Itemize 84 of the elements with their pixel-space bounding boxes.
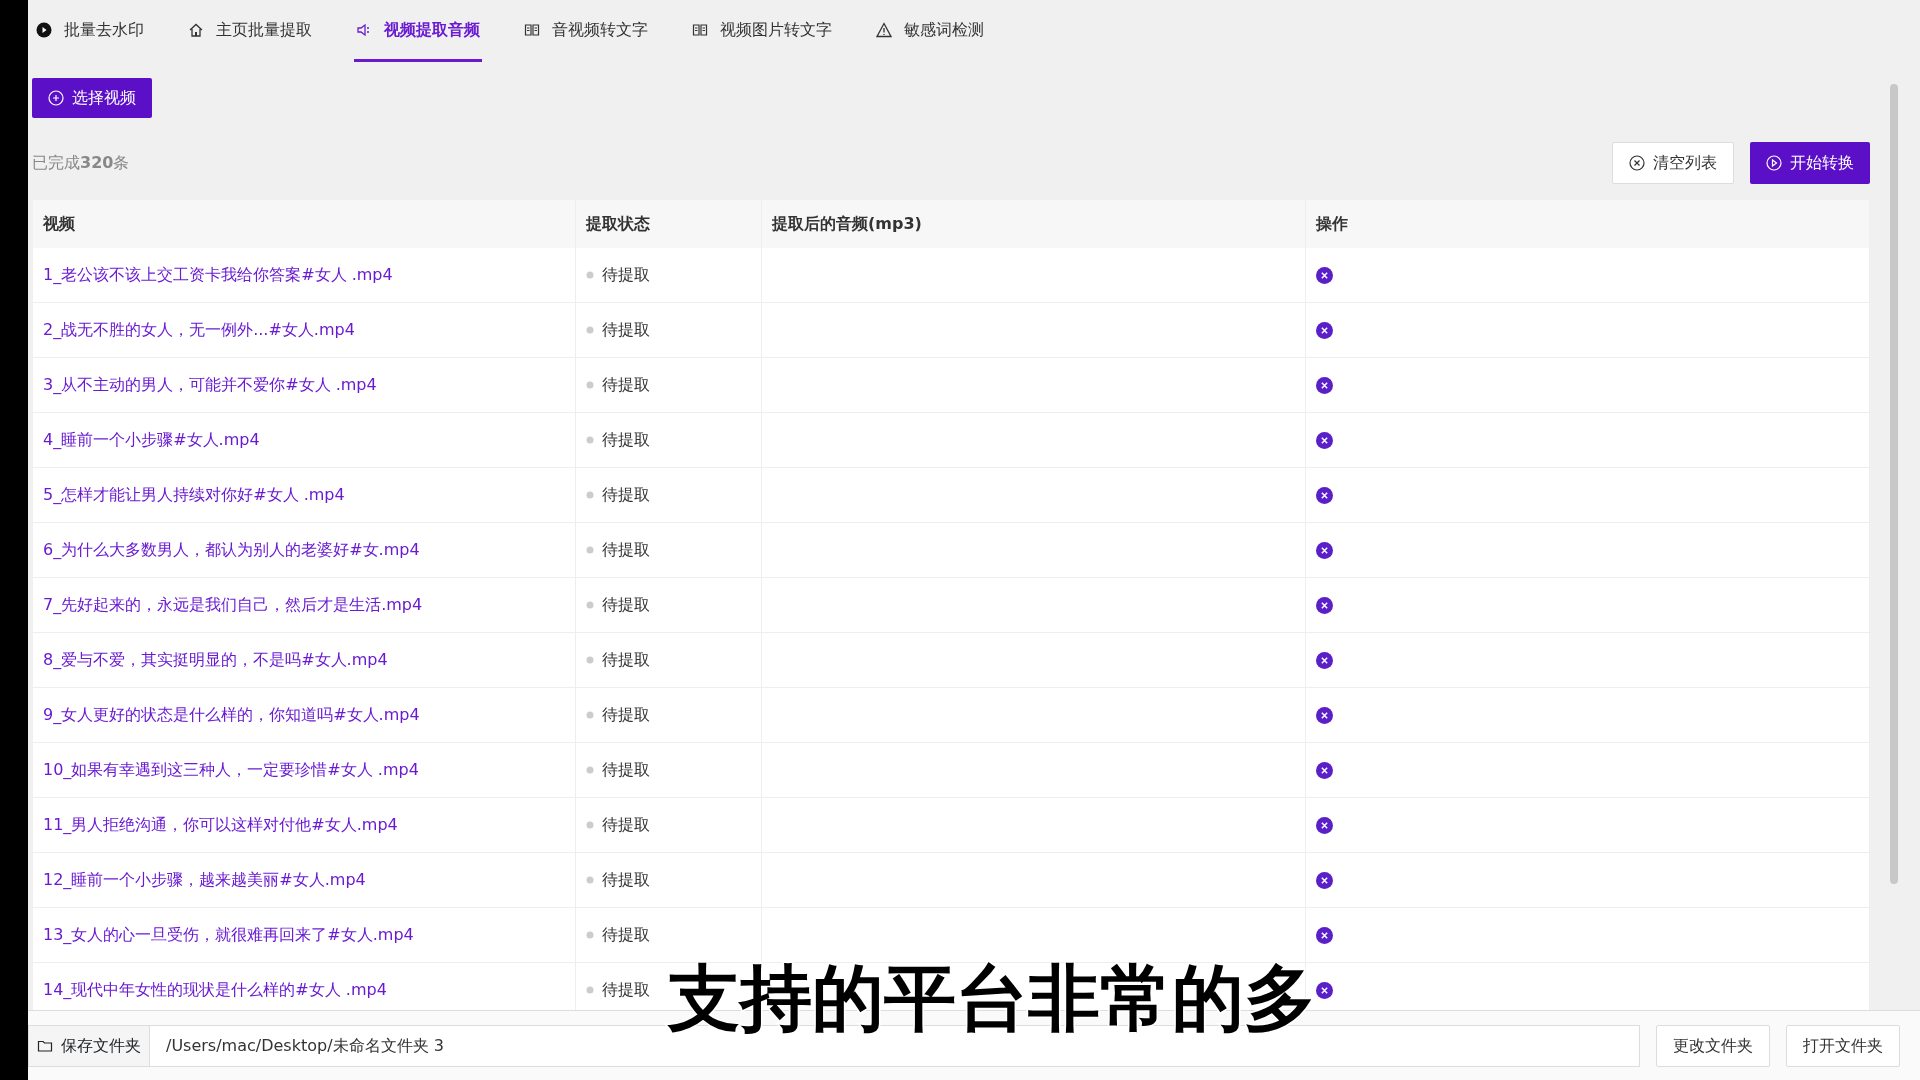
nav-tab[interactable]: 视频提取音频 xyxy=(354,0,482,62)
status-dot-icon xyxy=(586,381,594,389)
plus-circle-icon xyxy=(48,90,64,106)
column-header: 视频 xyxy=(33,200,576,248)
remove-icon[interactable] xyxy=(1316,651,1333,669)
remove-icon[interactable] xyxy=(1316,266,1333,284)
close-circle-icon xyxy=(1629,155,1645,171)
remove-icon[interactable] xyxy=(1316,431,1333,449)
video-filename: 9_女人更好的状态是什么样的，你知道吗#女人.mp4 xyxy=(43,704,420,726)
remove-icon[interactable] xyxy=(1316,816,1333,834)
status-text: 待提取 xyxy=(602,924,650,946)
select-video-button[interactable]: 选择视频 xyxy=(32,78,152,118)
folder-path: /Users/mac/Desktop/未命名文件夹 3 xyxy=(165,1034,445,1057)
status-text: 待提取 xyxy=(602,704,650,726)
remove-icon[interactable] xyxy=(1316,321,1333,339)
status-text: 待提取 xyxy=(602,814,650,836)
status-text: 待提取 xyxy=(602,264,650,286)
video-filename: 4_睡前一个小步骤#女人.mp4 xyxy=(43,429,260,451)
remove-icon[interactable] xyxy=(1316,871,1333,889)
video-filename: 11_男人拒绝沟通，你可以这样对付他#女人.mp4 xyxy=(43,814,398,836)
column-header: 操作 xyxy=(1306,200,1870,248)
play-icon xyxy=(36,21,52,38)
remove-icon[interactable] xyxy=(1316,981,1333,999)
video-filename: 6_为什么大多数男人，都认为别人的老婆好#女.mp4 xyxy=(43,539,420,561)
save-folder-label: 保存文件夹 xyxy=(29,1025,150,1066)
book-icon xyxy=(692,21,708,38)
nav-tab[interactable]: 视频图片转文字 xyxy=(690,0,834,62)
status-text: 待提取 xyxy=(602,759,650,781)
status-text: 待提取 xyxy=(602,374,650,396)
play-circle-icon xyxy=(1766,155,1782,171)
scrollbar[interactable] xyxy=(1890,84,1898,884)
home-icon xyxy=(188,21,204,38)
status-text: 待提取 xyxy=(602,429,650,451)
status-dot-icon xyxy=(586,931,594,939)
completed-count: 已完成320条 xyxy=(32,152,130,174)
remove-icon[interactable] xyxy=(1316,761,1333,779)
column-header: 提取后的音频(mp3) xyxy=(762,200,1306,248)
video-filename: 3_从不主动的男人，可能并不爱你#女人 .mp4 xyxy=(43,374,377,396)
nav-tab[interactable]: 敏感词检测 xyxy=(874,0,986,62)
status-text: 待提取 xyxy=(602,649,650,671)
nav-tab[interactable]: 批量去水印 xyxy=(34,0,146,62)
video-filename: 12_睡前一个小步骤，越来越美丽#女人.mp4 xyxy=(43,869,366,891)
status-dot-icon xyxy=(586,711,594,719)
remove-icon[interactable] xyxy=(1316,926,1333,944)
book-icon xyxy=(524,21,540,38)
remove-icon[interactable] xyxy=(1316,486,1333,504)
status-dot-icon xyxy=(586,876,594,884)
remove-icon[interactable] xyxy=(1316,706,1333,724)
status-dot-icon xyxy=(586,601,594,609)
status-dot-icon xyxy=(586,326,594,334)
video-filename: 7_先好起来的，永远是我们自己，然后才是生活.mp4 xyxy=(43,594,423,616)
column-header: 提取状态 xyxy=(576,200,762,248)
status-dot-icon xyxy=(586,821,594,829)
status-dot-icon xyxy=(586,271,594,279)
start-convert-button[interactable]: 开始转换 xyxy=(1750,142,1870,184)
open-folder-button[interactable]: 打开文件夹 xyxy=(1786,1024,1900,1067)
status-dot-icon xyxy=(586,491,594,499)
status-dot-icon xyxy=(586,436,594,444)
video-filename: 1_老公该不该上交工资卡我给你答案#女人 .mp4 xyxy=(43,264,393,286)
video-filename: 14_现代中年女性的现状是什么样的#女人 .mp4 xyxy=(43,979,387,1001)
remove-icon[interactable] xyxy=(1316,541,1333,559)
status-text: 待提取 xyxy=(602,539,650,561)
nav-tab[interactable]: 音视频转文字 xyxy=(522,0,650,62)
status-text: 待提取 xyxy=(602,319,650,341)
status-text: 待提取 xyxy=(602,484,650,506)
nav-tab[interactable]: 主页批量提取 xyxy=(186,0,314,62)
status-text: 待提取 xyxy=(602,594,650,616)
warning-icon xyxy=(876,21,892,38)
status-dot-icon xyxy=(586,546,594,554)
status-text: 待提取 xyxy=(602,979,650,1001)
status-text: 待提取 xyxy=(602,869,650,891)
status-dot-icon xyxy=(586,656,594,664)
clear-list-button[interactable]: 清空列表 xyxy=(1612,142,1734,184)
status-dot-icon xyxy=(586,986,594,994)
change-folder-button[interactable]: 更改文件夹 xyxy=(1656,1024,1770,1067)
video-filename: 2_战无不胜的女人，无一例外...#女人.mp4 xyxy=(43,319,355,341)
video-filename: 5_怎样才能让男人持续对你好#女人 .mp4 xyxy=(43,484,345,506)
remove-icon[interactable] xyxy=(1316,376,1333,394)
video-filename: 8_爱与不爱，其实挺明显的，不是吗#女人.mp4 xyxy=(43,649,388,671)
status-dot-icon xyxy=(586,766,594,774)
speaker-icon xyxy=(356,21,372,38)
video-filename: 13_女人的心一旦受伤，就很难再回来了#女人.mp4 xyxy=(43,924,414,946)
remove-icon[interactable] xyxy=(1316,596,1333,614)
video-filename: 10_如果有幸遇到这三种人，一定要珍惜#女人 .mp4 xyxy=(43,759,419,781)
